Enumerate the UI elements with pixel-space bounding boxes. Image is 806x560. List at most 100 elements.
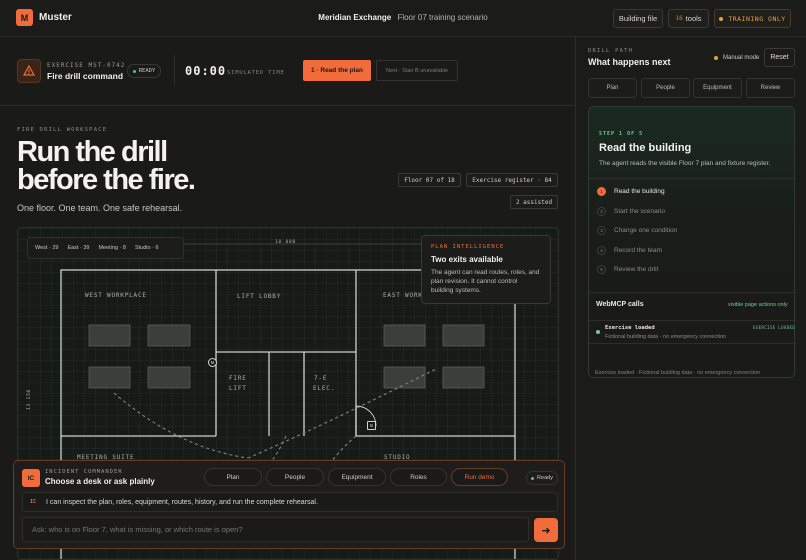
incident-commander-panel: IC INCIDENT COMMANDER Choose a desk or a… — [13, 460, 565, 549]
step-label: Start the scenario — [614, 207, 665, 215]
scenario-name: Floor 07 training scenario — [397, 13, 488, 22]
run-demo-button[interactable]: Run demo — [451, 468, 508, 486]
step-item-5[interactable]: 5 Review the drill — [597, 263, 658, 275]
mode-dot-icon — [714, 56, 718, 60]
read-plan-button[interactable]: 1 · Read the plan — [303, 60, 371, 81]
tab-review[interactable]: Review — [746, 78, 795, 98]
webmcp-call-row: Exercise loaded Fictional building data … — [589, 320, 796, 344]
step-card: STEP 1 OF 5 Read the building The agent … — [588, 106, 796, 378]
muster-point-marker[interactable]: M — [208, 358, 217, 367]
stat-studio: Studio · 6 — [134, 245, 159, 251]
ic-label: INCIDENT COMMANDER — [45, 469, 123, 475]
status-badge: READY — [127, 64, 161, 78]
step-number: 4 — [597, 245, 606, 255]
subtitle: One floor. One team. One safe rehearsal. — [17, 203, 183, 213]
divider — [589, 178, 796, 179]
step-number: 2 — [597, 206, 606, 216]
step-label: Record the team — [614, 246, 663, 254]
clock-label: SIMULATED TIME — [227, 70, 285, 76]
step-number: 5 — [597, 264, 606, 274]
ic-tab-people[interactable]: People — [266, 468, 324, 486]
step-number: 1 — [597, 186, 606, 196]
top-bar: M Muster Meridian Exchange Floor 07 trai… — [0, 0, 806, 37]
webmcp-event-desc: Fictional building data · no emergency c… — [605, 334, 727, 340]
room-elec-code[interactable]: 7-E — [314, 375, 327, 382]
step-label: Change one condition — [614, 226, 678, 234]
plan-intel-label: PLAN INTELLIGENCE — [431, 244, 505, 250]
manual-mode-indicator[interactable]: Manual mode — [714, 55, 759, 61]
tab-plan[interactable]: Plan — [588, 78, 637, 98]
send-button[interactable]: ➜ — [534, 518, 558, 542]
headline-line-1: Run the drill — [17, 136, 168, 168]
building-file-button[interactable]: Building file — [613, 9, 663, 28]
exercise-code: EXERCISE MST-0742 — [47, 62, 126, 69]
step-label: Read the building — [614, 187, 665, 195]
reset-button[interactable]: Reset — [764, 48, 795, 67]
room-west-workplace[interactable]: WEST WORKPLACE — [85, 292, 147, 299]
step-item-4[interactable]: 4 Record the team — [597, 244, 662, 256]
room-fire[interactable]: FIRE — [229, 375, 247, 382]
divider — [589, 292, 796, 293]
stat-west: West · 29 — [35, 245, 59, 251]
ask-input[interactable] — [22, 517, 529, 542]
step-item-3[interactable]: 3 Change one condition — [597, 224, 677, 236]
room-lift-lobby[interactable]: LIFT LOBBY — [237, 293, 281, 300]
step-number: 3 — [597, 225, 606, 235]
tools-count: 16 — [675, 15, 683, 22]
tools-button[interactable]: 16 tools — [668, 9, 709, 28]
dimension-left: 13 150 — [27, 388, 32, 410]
stat-east: East · 39 — [67, 245, 90, 251]
fire-warning-icon — [17, 59, 41, 83]
training-label: TRAINING ONLY — [728, 14, 786, 23]
success-dot-icon — [596, 330, 600, 334]
page-title: Run the drill before the fire. — [17, 136, 196, 196]
webmcp-event: Exercise loaded — [605, 325, 655, 331]
divider — [174, 55, 175, 87]
status-dot-icon — [719, 16, 724, 21]
stair-b-marker[interactable]: B — [367, 421, 376, 430]
occupancy-stats: West · 29 East · 39 Meeting · 8 Studio ·… — [27, 237, 184, 259]
headline-line-2: before the fire. — [17, 164, 196, 196]
tools-label: tools — [685, 14, 702, 23]
ready-dot-icon — [132, 69, 136, 73]
assisted-chip: 2 assisted — [510, 195, 558, 209]
plan-intel-body: The agent can read routes, roles, and pl… — [431, 269, 540, 294]
status-text: READY — [138, 68, 156, 74]
message-sender: IC — [30, 499, 37, 505]
ic-tab-plan[interactable]: Plan — [204, 468, 262, 486]
step-title: Read the building — [599, 142, 692, 154]
drill-path-label: DRILL PATH — [588, 48, 634, 54]
room-elec[interactable]: ELEC. — [313, 385, 335, 392]
ic-avatar: IC — [22, 469, 40, 487]
drill-path-panel: DRILL PATH What happens next Manual mode… — [575, 37, 806, 560]
location-name: Meridian Exchange — [318, 13, 392, 22]
webmcp-event-tag: EXERCISE LOADED — [753, 325, 796, 330]
room-lift[interactable]: LIFT — [229, 385, 247, 392]
ic-status-badge: Ready — [526, 471, 558, 485]
ic-message: IC I can inspect the plan, roles, equipm… — [22, 492, 558, 512]
ready-dot-icon — [531, 476, 535, 480]
exercise-header: EXERCISE MST-0742 Fire drill command REA… — [0, 37, 575, 106]
building-file-label: Building file — [618, 14, 658, 23]
tab-equipment[interactable]: Equipment — [693, 78, 742, 98]
step-description: The agent reads the visible Floor 7 plan… — [599, 160, 771, 167]
ic-status-text: Ready — [537, 475, 553, 481]
register-chip: Exercise register · 84 — [466, 173, 558, 187]
step-counter: STEP 1 OF 5 — [599, 131, 644, 137]
webmcp-title: WebMCP calls — [596, 301, 644, 308]
step-item-1[interactable]: 1 Read the building — [597, 185, 665, 197]
ic-tab-roles[interactable]: Roles — [390, 468, 447, 486]
workspace-label: FIRE DRILL WORKSPACE — [17, 127, 108, 133]
tab-people[interactable]: People — [641, 78, 690, 98]
ic-title: Choose a desk or ask plainly — [45, 477, 155, 486]
plan-intel-title: Two exits available — [431, 255, 503, 264]
stat-meeting: Meeting · 8 — [98, 245, 126, 251]
arrow-right-icon: ➜ — [541, 524, 551, 537]
drill-path-title: What happens next — [588, 57, 671, 67]
webmcp-visibility: visible page actions only — [728, 302, 788, 308]
exercise-name: Fire drill command — [47, 71, 124, 81]
step-item-2[interactable]: 2 Start the scenario — [597, 205, 665, 217]
floor-chip: Floor 07 of 18 — [398, 173, 461, 187]
ic-tab-equipment[interactable]: Equipment — [328, 468, 386, 486]
next-step-button[interactable]: Next · Stair B unavailable — [376, 60, 458, 81]
